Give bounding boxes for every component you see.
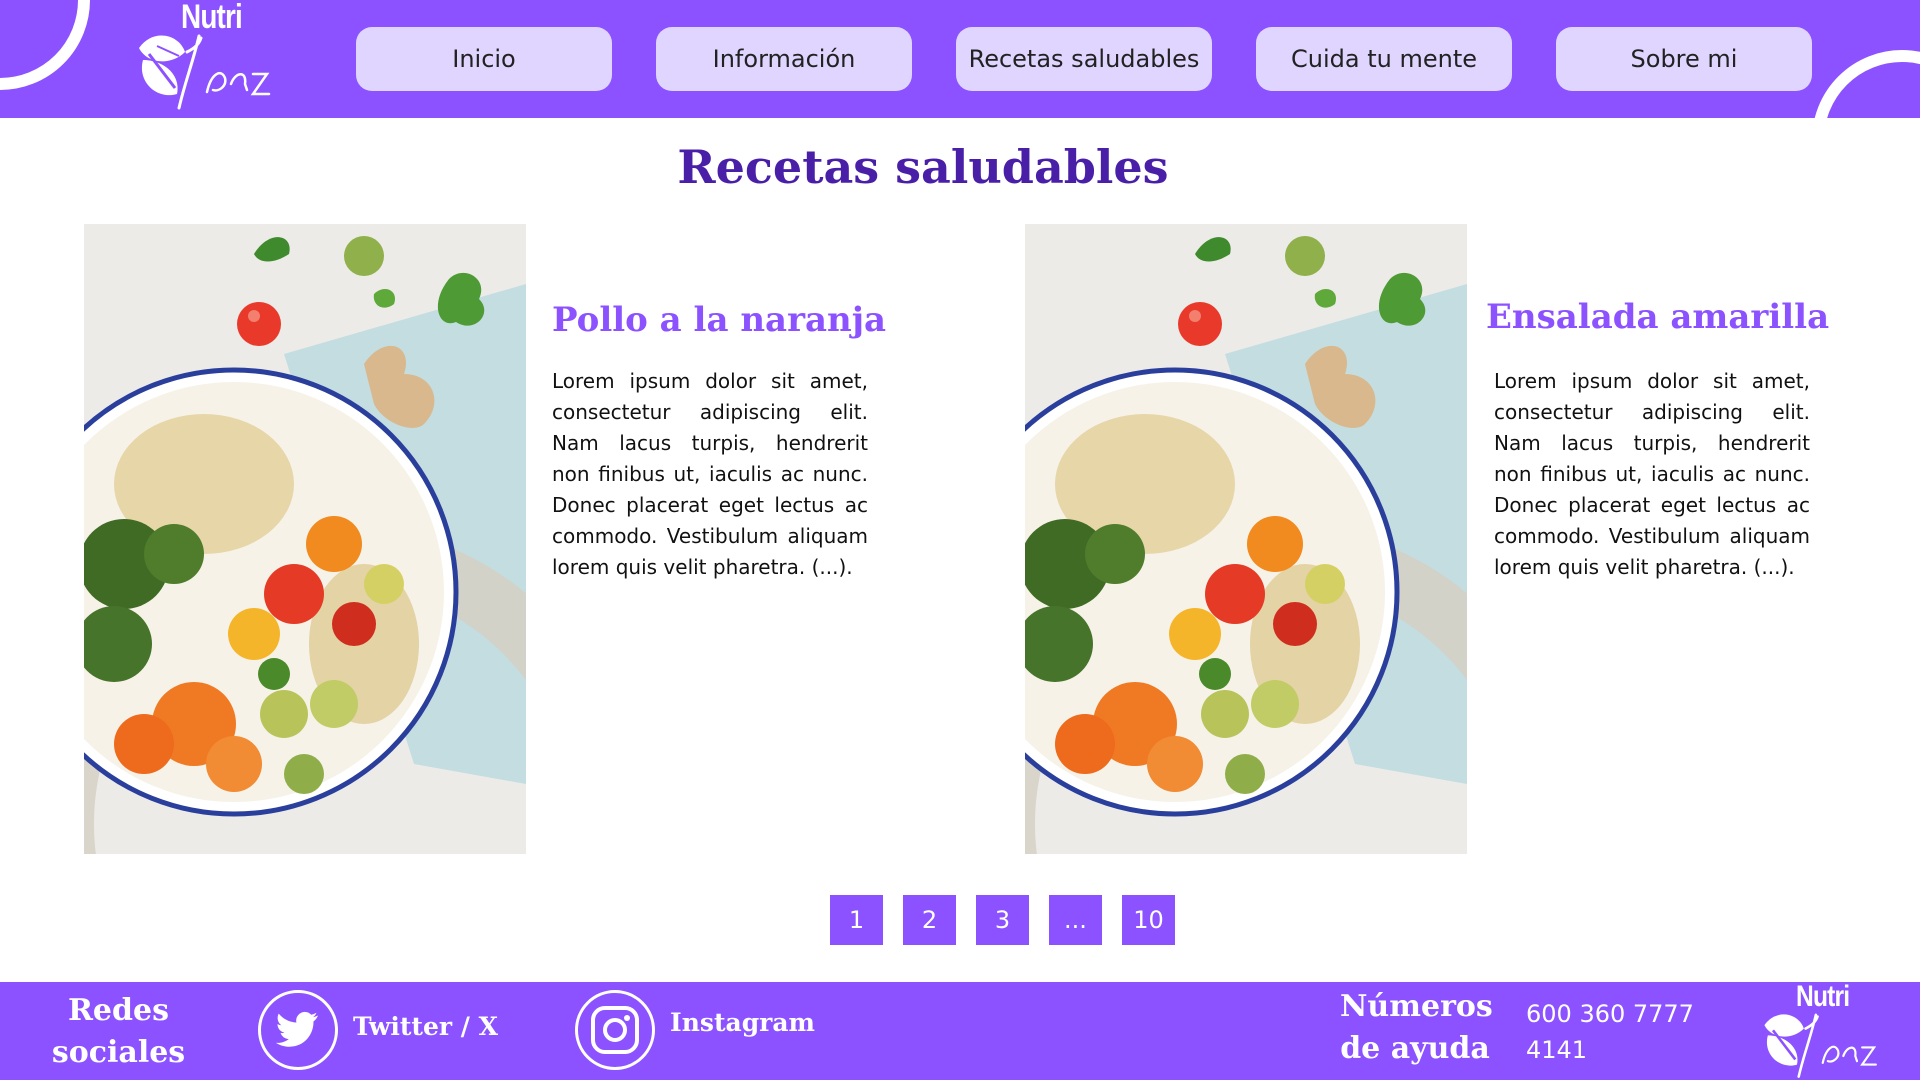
- recipe-title[interactable]: Ensalada amarilla: [1486, 297, 1829, 337]
- help-numbers-heading: Números de ayuda: [1340, 989, 1493, 1066]
- recipe-title[interactable]: Pollo a la naranja: [552, 300, 886, 340]
- page-title: Recetas saludables: [677, 140, 1169, 194]
- recipe-description: Lorem ipsum dolor sit amet, consectetur …: [552, 369, 868, 579]
- nav-cuida-mente-button[interactable]: Cuida tu mente: [1256, 27, 1512, 91]
- page-2-button[interactable]: 2: [903, 895, 956, 945]
- logo[interactable]: Nutri: [135, 0, 310, 112]
- phone-list: 600 360 7777 4141: [1526, 996, 1716, 1068]
- recipe-image[interactable]: [84, 224, 526, 854]
- footer: Redes sociales Twitter / X Instagram Núm…: [0, 980, 1920, 1080]
- page-ellipsis: ...: [1049, 895, 1102, 945]
- page-1-button[interactable]: 1: [830, 895, 883, 945]
- phone-number[interactable]: 4141: [1526, 1032, 1716, 1068]
- logo-wordmark: Nutri: [1796, 980, 1850, 1013]
- nav-recetas-button[interactable]: Recetas saludables: [956, 27, 1212, 91]
- logo-wordmark: Nutri: [181, 0, 243, 36]
- recipe-image[interactable]: [1025, 224, 1467, 854]
- page-10-button[interactable]: 10: [1122, 895, 1175, 945]
- twitter-label[interactable]: Twitter / X: [353, 1012, 498, 1041]
- instagram-icon[interactable]: [575, 990, 655, 1070]
- nav-inicio-button[interactable]: Inicio: [356, 27, 612, 91]
- social-heading: Redes sociales: [51, 993, 186, 1070]
- page-3-button[interactable]: 3: [976, 895, 1029, 945]
- header: Nutri Inicio Información Recetas saludab…: [0, 0, 1920, 118]
- phone-number[interactable]: 600 360 7777: [1526, 996, 1716, 1032]
- footer-logo: Nutri: [1756, 980, 1916, 1080]
- recipe-description: Lorem ipsum dolor sit amet, consectetur …: [1494, 369, 1810, 579]
- nav-informacion-button[interactable]: Información: [656, 27, 912, 91]
- decorative-circle-left: [0, 0, 90, 90]
- twitter-icon[interactable]: [258, 990, 338, 1070]
- decorative-circle-right: [1812, 50, 1920, 118]
- nav-sobre-mi-button[interactable]: Sobre mi: [1556, 27, 1812, 91]
- instagram-label[interactable]: Instagram: [670, 1008, 815, 1037]
